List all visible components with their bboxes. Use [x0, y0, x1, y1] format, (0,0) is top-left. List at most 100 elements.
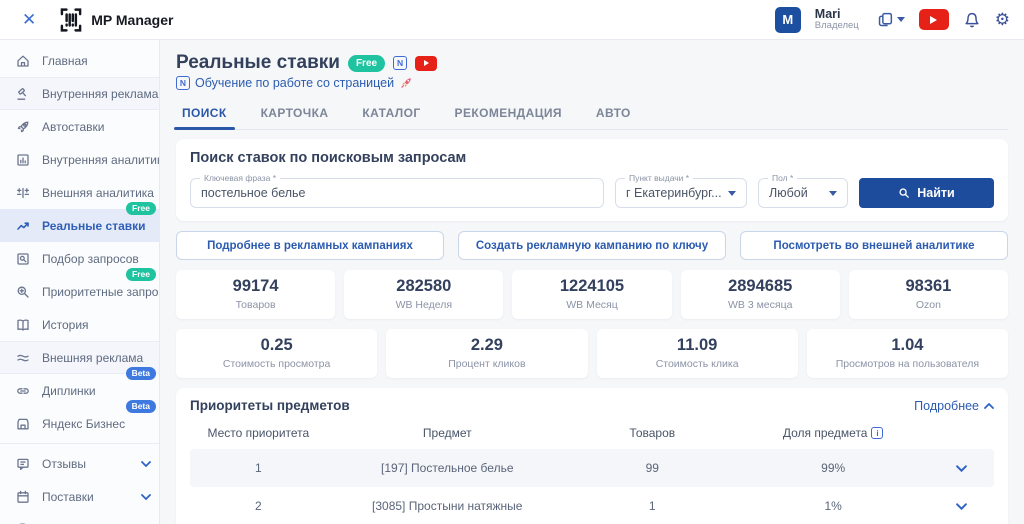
col-header-share: Доля предмета — [783, 426, 868, 440]
campaign-details-button[interactable]: Подробнее в рекламных кампаниях — [176, 231, 444, 260]
stat-value: 282580 — [344, 277, 503, 296]
comment-icon — [15, 456, 31, 472]
row-share: 99% — [737, 461, 930, 475]
free-badge: Free — [126, 268, 156, 281]
stat-label: Стоимость клика — [597, 358, 798, 370]
gear-icon[interactable]: ⚙ — [995, 10, 1010, 30]
youtube-button[interactable] — [919, 9, 949, 30]
priorities-panel: Приоритеты предметов Подробнее Место при… — [176, 388, 1008, 524]
link-icon — [15, 383, 31, 399]
training-link-label: Обучение по работе со страницей — [195, 76, 394, 90]
stat-label: WB Неделя — [344, 299, 503, 311]
rocket-emoji-icon — [399, 76, 413, 90]
tab-auto[interactable]: АВТО — [594, 100, 633, 129]
priorities-more-label: Подробнее — [914, 399, 979, 413]
external-analytics-button[interactable]: Посмотреть во внешней аналитике — [740, 231, 1008, 260]
stat-card-wb-month: 1224105 WB Месяц — [512, 270, 671, 319]
training-link[interactable]: N Обучение по работе со страницей — [176, 76, 1008, 90]
action-buttons-row: Подробнее в рекламных кампаниях Создать … — [176, 231, 1008, 260]
storefront-icon — [15, 416, 31, 432]
col-header-subject: Предмет — [327, 426, 568, 440]
sidebar-item-label: Диплинки — [42, 384, 96, 398]
sidebar-group-internal-ads[interactable]: Внутренняя реклама — [0, 77, 159, 110]
find-button[interactable]: Найти — [859, 178, 994, 208]
close-icon[interactable]: ✕ — [22, 10, 36, 30]
tab-catalog[interactable]: КАТАЛОГ — [360, 100, 422, 129]
create-campaign-button[interactable]: Создать рекламную кампанию по ключу — [458, 231, 726, 260]
chevron-down-icon[interactable] — [956, 503, 967, 510]
home-icon — [15, 53, 31, 69]
sidebar-item-prices[interactable]: ₽ Цены — [0, 513, 159, 524]
sidebar-item-reviews[interactable]: Отзывы — [0, 447, 159, 480]
tab-bar: ПОИСК КАРТОЧКА КАТАЛОГ РЕКОМЕНДАЦИЯ АВТО — [176, 96, 1008, 130]
priorities-more-link[interactable]: Подробнее — [914, 399, 994, 413]
table-row[interactable]: 1 [197] Постельное белье 99 99% — [190, 449, 994, 487]
copy-icon — [877, 11, 894, 28]
chevron-down-icon — [141, 461, 151, 467]
sidebar-item-label: Яндекс Бизнес — [42, 417, 125, 431]
sidebar-item-supplies[interactable]: Поставки — [0, 480, 159, 513]
stat-value: 2894685 — [681, 277, 840, 296]
app-title: MP Manager — [91, 12, 173, 28]
workspace-switcher[interactable] — [877, 11, 905, 28]
gender-select[interactable]: Пол * Любой — [758, 178, 848, 208]
table-header: Место приоритета Предмет Товаров Доля пр… — [190, 413, 994, 449]
chevron-down-icon[interactable] — [956, 465, 967, 472]
table-row[interactable]: 2 [3085] Простыни натяжные 1 1% — [190, 487, 994, 524]
info-icon[interactable]: i — [871, 427, 883, 439]
stat-card-products: 99174 Товаров — [176, 270, 335, 319]
search-heading: Поиск ставок по поисковым запросам — [190, 150, 994, 166]
stat-label: Просмотров на пользователя — [807, 358, 1008, 370]
sidebar-item-real-bids[interactable]: Реальные ставки Free — [0, 209, 159, 242]
stat-card-view-cost: 0.25 Стоимость просмотра — [176, 329, 377, 378]
top-bar: ✕ MP Manager M Mari Владелец — [0, 0, 1024, 40]
sidebar-item-label: Внутренняя аналитика — [42, 153, 160, 167]
sidebar-item-label: Подбор запросов — [42, 252, 139, 266]
priorities-heading: Приоритеты предметов — [190, 398, 350, 413]
stat-card-ozon: 98361 Ozon — [849, 270, 1008, 319]
stat-value: 1.04 — [807, 336, 1008, 355]
avatar[interactable]: M — [775, 7, 801, 33]
stat-value: 1224105 — [512, 277, 671, 296]
sidebar-item-internal-analytics[interactable]: Внутренняя аналитика — [0, 143, 159, 176]
gavel-icon — [15, 86, 31, 102]
sidebar-item-label: Внешняя аналитика — [42, 186, 154, 200]
chart-box-icon — [15, 152, 31, 168]
calendar-icon — [15, 489, 31, 505]
sidebar-item-history[interactable]: История — [0, 308, 159, 341]
chevron-down-icon — [728, 191, 736, 196]
pickup-point-label: Пункт выдачи * — [625, 173, 693, 183]
stat-card-click-cost: 11.09 Стоимость клика — [597, 329, 798, 378]
sidebar-item-priority-queries[interactable]: Приоритетные запросы Free — [0, 275, 159, 308]
notion-icon[interactable]: N — [393, 56, 407, 70]
search-plus-icon — [15, 284, 31, 300]
gender-value: Любой — [769, 186, 808, 200]
sidebar-item-autobids[interactable]: Автоставки — [0, 110, 159, 143]
keyword-field[interactable]: Ключевая фраза * постельное белье — [190, 178, 604, 208]
sidebar-item-home[interactable]: Главная — [0, 44, 159, 77]
beta-badge: Beta — [126, 367, 156, 380]
free-badge: Free — [126, 202, 156, 215]
compare-icon — [15, 185, 31, 201]
app-logo[interactable]: MP Manager — [58, 7, 173, 33]
stats-row-2: 0.25 Стоимость просмотра 2.29 Процент кл… — [176, 329, 1008, 378]
barcode-scan-icon — [58, 7, 84, 33]
find-button-label: Найти — [917, 186, 954, 200]
youtube-icon[interactable] — [415, 56, 437, 71]
sidebar-item-yandex-business[interactable]: Яндекс Бизнес Beta — [0, 407, 159, 440]
stat-value: 11.09 — [597, 336, 798, 355]
sidebar-item-label: Реальные ставки — [42, 219, 146, 233]
row-products: 99 — [568, 461, 737, 475]
col-header-place: Место приоритета — [190, 426, 327, 440]
sidebar-item-label: Внутренняя реклама — [42, 87, 158, 101]
tab-search[interactable]: ПОИСК — [180, 100, 229, 129]
tab-card[interactable]: КАРТОЧКА — [259, 100, 331, 129]
tab-recommendation[interactable]: РЕКОМЕНДАЦИЯ — [453, 100, 564, 129]
sidebar-item-label: Приоритетные запросы — [42, 285, 160, 299]
stat-value: 98361 — [849, 277, 1008, 296]
play-icon — [930, 16, 937, 24]
pickup-point-select[interactable]: Пункт выдачи * г Екатеринбург... — [615, 178, 747, 208]
stat-label: WB Месяц — [512, 299, 671, 311]
stat-label: Стоимость просмотра — [176, 358, 377, 370]
bell-icon[interactable] — [963, 11, 981, 29]
